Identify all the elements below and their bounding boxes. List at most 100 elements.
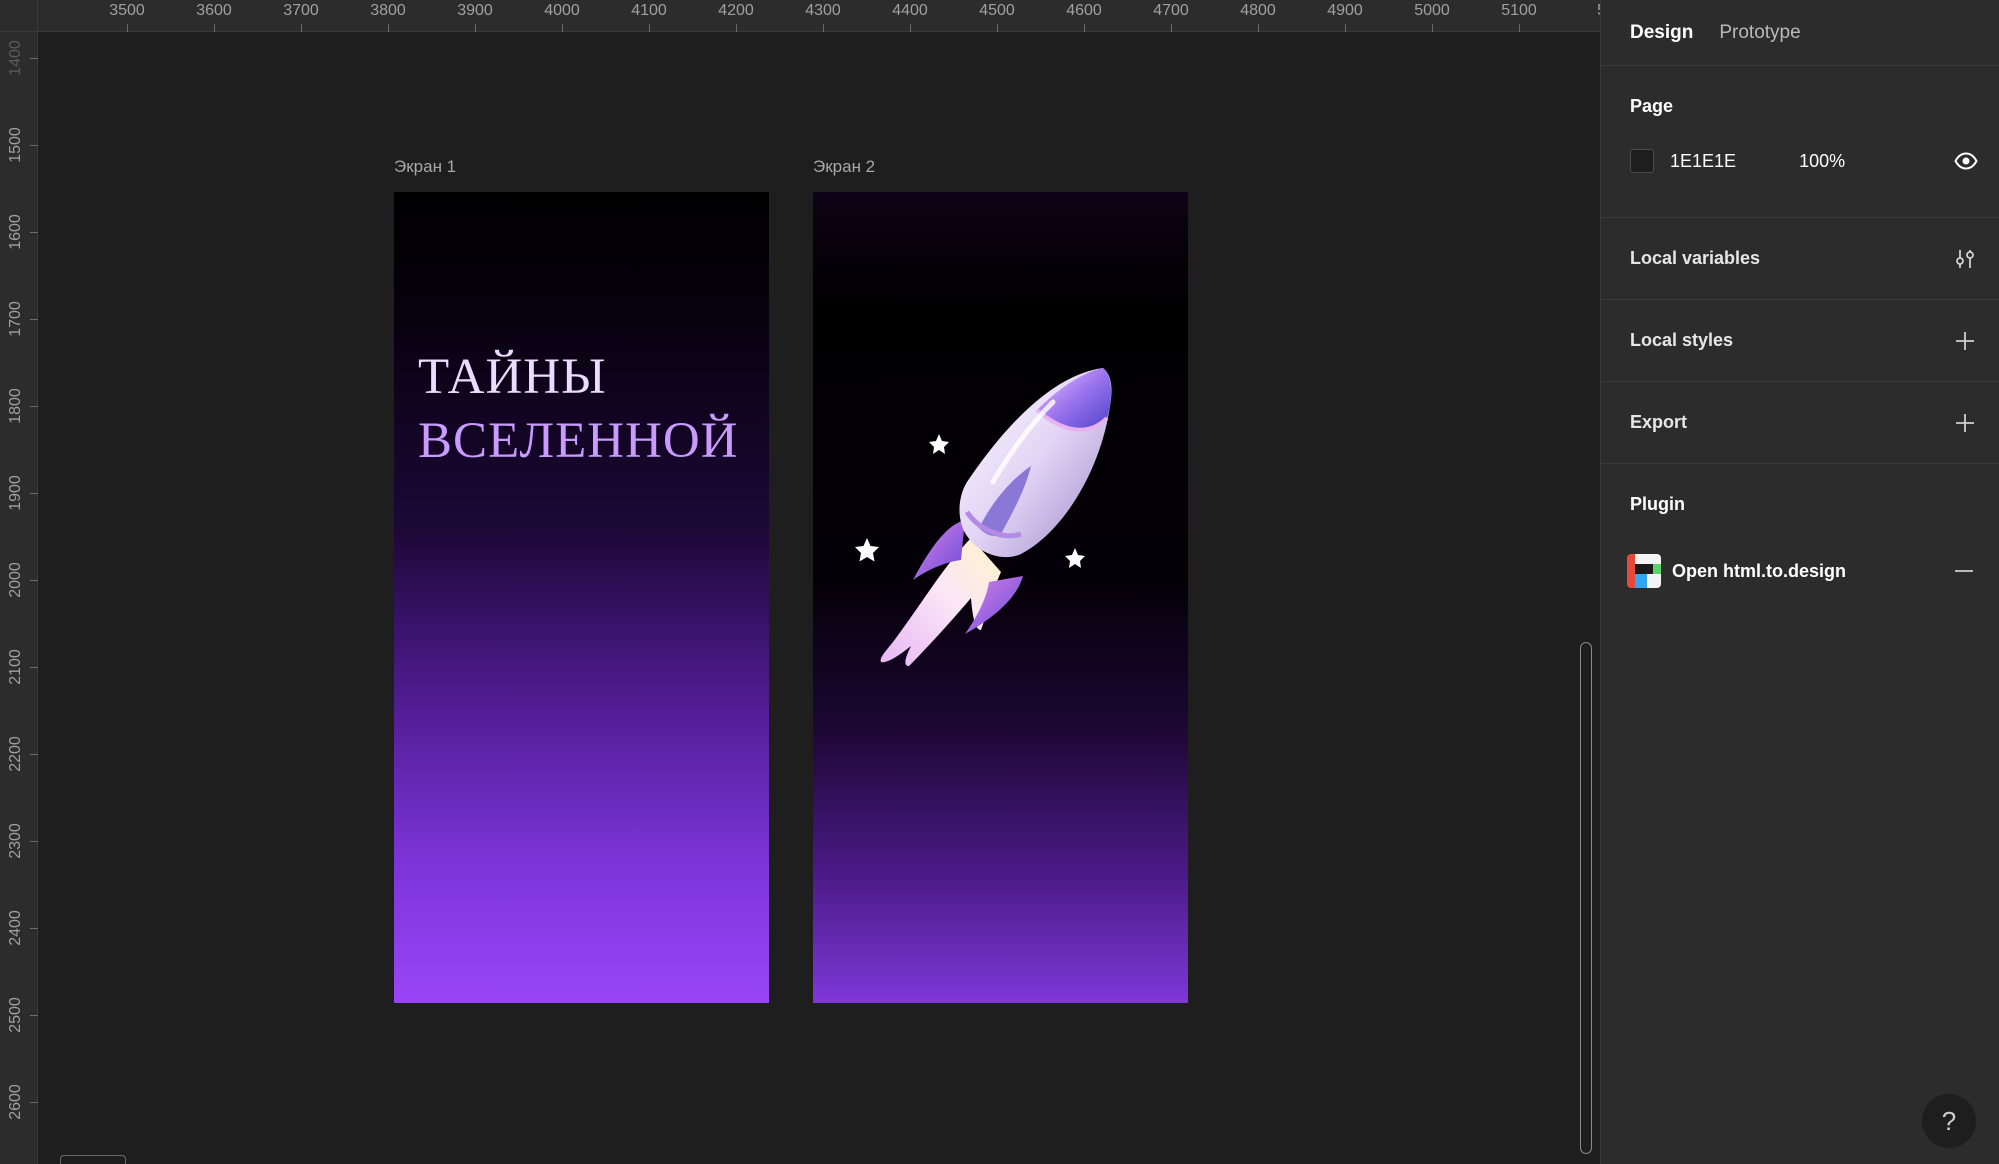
ruler-label: 5000 [1414,2,1450,19]
ruler-tick: 4700 [1141,0,1201,32]
help-button[interactable]: ? [1922,1094,1976,1148]
ruler-tick: 2400 [0,898,38,958]
ruler-tick: 3500 [97,0,157,32]
plugin-name: Open html.to.design [1672,560,1846,581]
star-icon [1065,548,1085,568]
plugin-section: Plugin Open html.to.design [1601,464,1999,664]
ruler-label: 2200 [7,736,24,772]
frame-title[interactable]: ТАЙНЫ ВСЕЛЕННОЙ [418,345,758,473]
horizontal-ruler: 3500 3600 3700 3800 3900 4000 4100 4200 … [0,0,1600,32]
plugin-logo-icon [1627,554,1661,588]
ruler-tick: 1600 [0,202,38,262]
page-color-opacity[interactable]: 100% [1799,151,1845,172]
ruler-tick: 4300 [793,0,853,32]
ruler-tick: 4200 [706,0,766,32]
ruler-tick: 4600 [1054,0,1114,32]
ruler-label: 2300 [7,823,24,859]
ruler-label: 2400 [7,910,24,946]
ruler-label: 2100 [7,649,24,685]
title-line-1: ТАЙНЫ [418,349,607,405]
ruler-corner [0,0,38,32]
page-color-hex[interactable]: 1E1E1E [1670,151,1736,172]
ruler-label: 4300 [805,2,841,19]
page-section-title: Page [1630,96,1674,116]
ruler-label: 3900 [457,2,493,19]
ruler-tick: 2000 [0,550,38,610]
ruler-label: 4200 [718,2,754,19]
ruler-label: 1500 [7,127,24,163]
local-styles-title: Local styles [1630,330,1734,350]
star-icon [929,434,949,454]
ruler-label: 2000 [7,562,24,598]
ruler-label: 1700 [7,301,24,337]
ruler-tick: 4800 [1228,0,1288,32]
frame-screen-2[interactable] [813,192,1188,1003]
ruler-label: 4100 [631,2,667,19]
properties-panel: Design Prototype Page 1E1E1E 100% Local … [1600,0,1999,1164]
plus-icon[interactable] [1953,329,1977,353]
ruler-tick: 3600 [184,0,244,32]
title-line-2: ВСЕЛЕННОЙ [418,413,739,469]
ruler-tick: 5100 [1489,0,1549,32]
plus-icon[interactable] [1953,411,1977,435]
star-icon [855,538,879,562]
adjust-icon[interactable] [1953,247,1977,271]
design-canvas[interactable]: 3500 3600 3700 3800 3900 4000 4100 4200 … [0,0,1600,1164]
ruler-tick: 52 [1576,0,1600,32]
frame-screen-1[interactable]: ТАЙНЫ ВСЕЛЕННОЙ [394,192,769,1003]
ruler-label: 4800 [1240,2,1276,19]
vertical-ruler: 1400 1500 1600 1700 1800 1900 2000 2100 … [0,0,38,1164]
frame-label-1[interactable]: Экран 1 [394,157,456,177]
minus-icon[interactable] [1952,559,1976,583]
ruler-tick: 2200 [0,724,38,784]
vertical-scrollbar[interactable] [1580,642,1592,1154]
ruler-label: 4500 [979,2,1015,19]
ruler-label: 1400 [7,40,24,76]
ruler-tick: 3900 [445,0,505,32]
ruler-label: 1600 [7,214,24,250]
ruler-tick: 2100 [0,637,38,697]
ruler-tick: 3800 [358,0,418,32]
panel-tabs: Design Prototype [1601,0,1999,66]
tab-design[interactable]: Design [1630,22,1693,44]
local-styles-section[interactable]: Local styles [1601,300,1999,382]
rocket-illustration[interactable] [853,362,1153,722]
frame-label-2[interactable]: Экран 2 [813,157,875,177]
ruler-label: 1800 [7,388,24,424]
ruler-tick: 5000 [1402,0,1462,32]
page-color-swatch[interactable] [1630,149,1654,173]
ruler-tick: 4100 [619,0,679,32]
export-title: Export [1630,412,1688,432]
ruler-tick: 3700 [271,0,331,32]
ruler-label: 3800 [370,2,406,19]
bottom-toolbar-handle[interactable] [60,1155,126,1164]
ruler-tick: 4500 [967,0,1027,32]
ruler-label: 3500 [109,2,145,19]
ruler-label: 3600 [196,2,232,19]
ruler-label: 4600 [1066,2,1102,19]
page-background-row: 1E1E1E 100% [1630,146,1978,176]
plugin-item[interactable]: Open html.to.design [1627,554,1979,588]
page-section: Page 1E1E1E 100% [1601,66,1999,218]
ruler-label: 4900 [1327,2,1363,19]
ruler-tick: 2600 [0,1072,38,1132]
ruler-tick: 2300 [0,811,38,871]
ruler-label: 4400 [892,2,928,19]
local-variables-title: Local variables [1630,248,1761,268]
eye-icon[interactable] [1954,149,1978,173]
ruler-tick: 4400 [880,0,940,32]
ruler-label: 4700 [1153,2,1189,19]
local-variables-section[interactable]: Local variables [1601,218,1999,300]
ruler-tick: 4900 [1315,0,1375,32]
tab-prototype[interactable]: Prototype [1719,22,1800,44]
export-section[interactable]: Export [1601,382,1999,464]
ruler-tick: 1800 [0,376,38,436]
ruler-label: 3700 [283,2,319,19]
ruler-label: 5100 [1501,2,1537,19]
ruler-tick: 1900 [0,463,38,523]
ruler-label: 2500 [7,997,24,1033]
ruler-label: 52 [1576,0,1600,22]
ruler-tick: 4000 [532,0,592,32]
ruler-tick: 1500 [0,115,38,175]
ruler-label: 1900 [7,475,24,511]
